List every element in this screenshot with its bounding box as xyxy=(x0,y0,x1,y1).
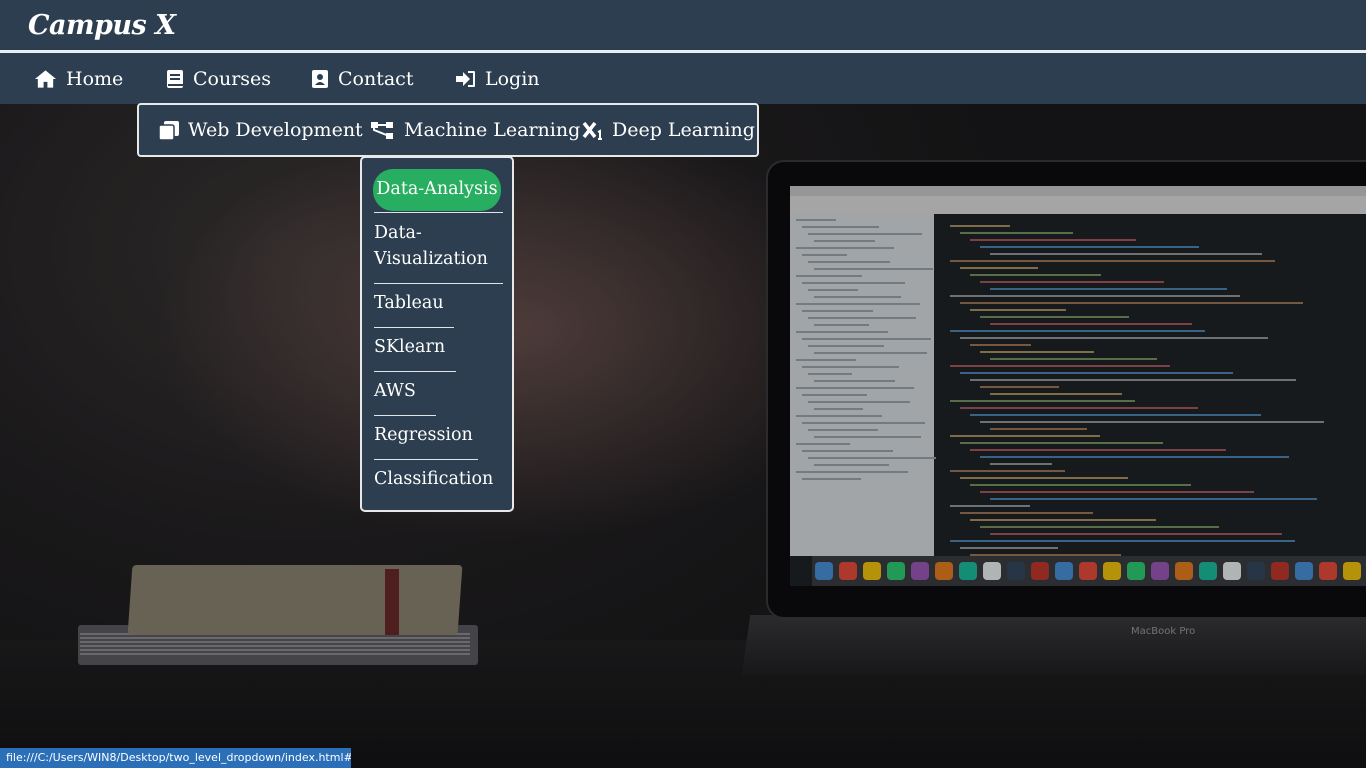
menu-machine-learning-label: Machine Learning xyxy=(404,119,581,141)
submenu-regression[interactable]: Regression xyxy=(374,422,473,448)
nav-login[interactable]: Login xyxy=(455,53,540,104)
nav-courses-label: Courses xyxy=(193,67,272,90)
submenu-aws[interactable]: AWS xyxy=(374,378,416,404)
sign-in-icon xyxy=(456,70,475,87)
menu-web-development-label: Web Development xyxy=(188,119,363,141)
address-card-icon xyxy=(312,69,328,88)
site-logo[interactable]: Campus X xyxy=(28,10,176,41)
browser-status-url: file:///C:/Users/WIN8/Desktop/two_level_… xyxy=(0,748,351,768)
nav-home[interactable]: Home xyxy=(34,53,123,104)
book-icon xyxy=(167,69,183,88)
submenu-divider xyxy=(374,327,454,328)
submenu-data-analysis[interactable]: Data-Analysis xyxy=(373,169,501,211)
submenu-divider xyxy=(374,415,436,416)
submenu-tableau[interactable]: Tableau xyxy=(374,290,444,316)
submenu-divider xyxy=(374,459,478,460)
menu-deep-learning[interactable]: Deep Learning xyxy=(582,105,755,155)
nav-home-label: Home xyxy=(66,67,124,90)
subscript-icon xyxy=(582,121,602,140)
submenu-classification[interactable]: Classification xyxy=(374,466,493,492)
submenu-sklearn[interactable]: SKlearn xyxy=(374,334,445,360)
submenu-divider xyxy=(374,371,456,372)
nav-contact[interactable]: Contact xyxy=(311,53,413,104)
nav-courses[interactable]: Courses xyxy=(166,53,271,104)
nav-contact-label: Contact xyxy=(338,67,414,90)
main-nav: Home Courses Contact Login xyxy=(0,53,1366,104)
menu-web-development[interactable]: Web Development xyxy=(158,105,363,155)
courses-dropdown: Web Development Machine Learning Deep Le… xyxy=(137,103,759,157)
submenu-divider xyxy=(374,283,503,284)
submenu-divider xyxy=(374,212,503,213)
copy-icon xyxy=(158,120,179,141)
site-header: Campus X xyxy=(0,0,1366,50)
nav-login-label: Login xyxy=(485,67,540,90)
submenu-data-visualization[interactable]: Data- Visualization xyxy=(374,220,488,272)
machine-learning-submenu: Data-Analysis Data- Visualization Tablea… xyxy=(360,156,514,512)
menu-machine-learning[interactable]: Machine Learning xyxy=(370,105,580,155)
sitemap-icon xyxy=(371,121,393,139)
menu-deep-learning-label: Deep Learning xyxy=(612,119,755,141)
home-icon xyxy=(34,69,57,88)
